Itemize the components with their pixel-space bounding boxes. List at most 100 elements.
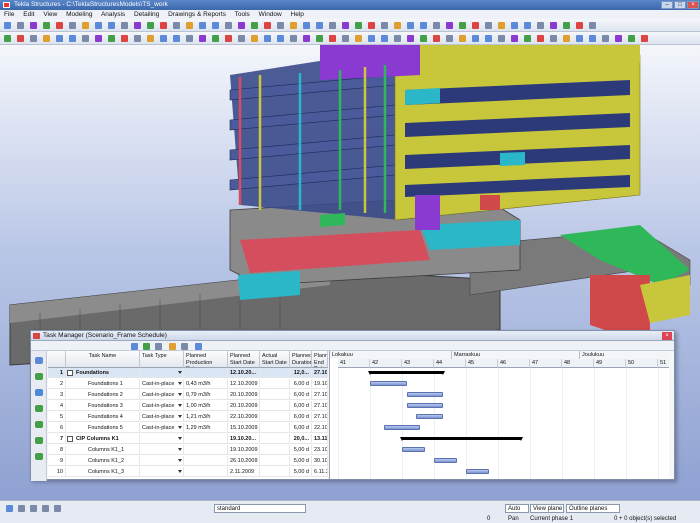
toolbar-tool-icon[interactable] [108, 22, 115, 29]
toolbar-tool-icon[interactable] [108, 35, 115, 42]
toolbar-tool-icon[interactable] [329, 35, 336, 42]
task-row[interactable]: 6 Foundations 5 Cast-in-place 1,29 m3/h 15.1… [48, 423, 328, 433]
calendar-icon[interactable] [195, 343, 202, 350]
toolbar-tool-icon[interactable] [4, 22, 11, 29]
dropdown-arrow-icon[interactable] [178, 459, 182, 462]
toolbar-tool-icon[interactable] [472, 22, 479, 29]
task-row[interactable]: 8Columns K1_1 19.10.2009 5,00 d23.10.2009 [48, 445, 328, 455]
toolbar-tool-icon[interactable] [420, 22, 427, 29]
toolbar-tool-icon[interactable] [277, 35, 284, 42]
menu-help[interactable]: Help [291, 11, 304, 18]
toolbar-tool-icon[interactable] [4, 35, 11, 42]
toolbar-tool-icon[interactable] [303, 35, 310, 42]
cell-type[interactable] [140, 368, 184, 378]
toolbar-tool-icon[interactable] [56, 35, 63, 42]
snap-tool-icon[interactable] [18, 505, 25, 512]
toolbar-tool-icon[interactable] [43, 35, 50, 42]
toolbar-tool-icon[interactable] [30, 35, 37, 42]
task-manager-window[interactable]: Task Manager (Scenario_Frame Schedule) ×… [30, 330, 675, 481]
toolbar-tool-icon[interactable] [485, 35, 492, 42]
menu-detailing[interactable]: Detailing [134, 11, 159, 18]
gantt-summary-bar[interactable] [400, 437, 523, 441]
select-tool-icon[interactable] [6, 505, 13, 512]
toolbar-tool-icon[interactable] [277, 22, 284, 29]
toolbar-tool-icon[interactable] [134, 22, 141, 29]
toolbar-tool-icon[interactable] [316, 22, 323, 29]
toolbar-tool-icon[interactable] [290, 22, 297, 29]
filter-icon[interactable] [169, 343, 176, 350]
task-group-row[interactable]: 1Foundations 12.10.20... 12,0...27.10.20..… [48, 368, 328, 378]
dropdown-arrow-icon[interactable] [178, 448, 182, 451]
cell-type[interactable] [140, 456, 184, 466]
toolbar-tool-icon[interactable] [264, 35, 271, 42]
toolbar-tool-icon[interactable] [238, 22, 245, 29]
cell-type[interactable]: Cast-in-place [140, 423, 184, 433]
toolbar-tool-icon[interactable] [173, 22, 180, 29]
col-header-actual-start[interactable]: Actual Start Date [260, 351, 290, 368]
toolbar-tool-icon[interactable] [134, 35, 141, 42]
toolbar-tool-icon[interactable] [498, 22, 505, 29]
toolbar-tool-icon[interactable] [238, 35, 245, 42]
task-row[interactable]: 10Columns K1_3 2.11.2009 5,00 d6.11.2009 [48, 467, 328, 477]
gantt-task-bar[interactable] [370, 381, 407, 386]
toolbar-tool-icon[interactable] [303, 22, 310, 29]
toolbar-tool-icon[interactable] [615, 35, 622, 42]
menu-edit[interactable]: Edit [23, 11, 34, 18]
gantt-task-bar[interactable] [415, 414, 444, 419]
task-row[interactable]: 5 Foundations 4 Cast-in-place 1,21 m3/h 22.1… [48, 412, 328, 422]
dropdown-arrow-icon[interactable] [178, 437, 182, 440]
toolbar-tool-icon[interactable] [225, 35, 232, 42]
toolbar-tool-icon[interactable] [563, 22, 570, 29]
toolbar-tool-icon[interactable] [511, 35, 518, 42]
toolbar-tool-icon[interactable] [212, 22, 219, 29]
collapse-icon[interactable] [67, 436, 73, 442]
task-row[interactable]: 4 Foundations 3 Cast-in-place 1,00 m3/h 20.1… [48, 401, 328, 411]
standard-select[interactable]: standard [214, 504, 306, 513]
toolbar-tool-icon[interactable] [524, 22, 531, 29]
gantt-chart[interactable]: Lokakuu Marraskuu Joulukuu 41 42 43 44 45 46 4… [329, 351, 669, 479]
toolbar-tool-icon[interactable] [394, 22, 401, 29]
toolbar-tool-icon[interactable] [199, 35, 206, 42]
gantt-task-bar[interactable] [434, 458, 457, 463]
toolbar-tool-icon[interactable] [498, 35, 505, 42]
toolbar-tool-icon[interactable] [537, 22, 544, 29]
menu-file[interactable]: File [4, 11, 14, 18]
toolbar-tool-icon[interactable] [82, 22, 89, 29]
task-row[interactable]: 9Columns K1_2 26.10.2009 5,00 d30.10.2009 [48, 456, 328, 466]
cell-type[interactable] [140, 434, 184, 444]
collapse-icon[interactable] [67, 370, 73, 376]
toolbar-tool-icon[interactable] [602, 35, 609, 42]
col-header-production-rate[interactable]: Planned Production Rate [184, 351, 228, 368]
tasks-icon[interactable] [35, 357, 43, 364]
toolbar-tool-icon[interactable] [342, 22, 349, 29]
hide-icon[interactable] [35, 453, 43, 460]
dropdown-arrow-icon[interactable] [178, 404, 182, 407]
toolbar-tool-icon[interactable] [459, 35, 466, 42]
toolbar-tool-icon[interactable] [368, 35, 375, 42]
toolbar-tool-icon[interactable] [82, 35, 89, 42]
toolbar-tool-icon[interactable] [407, 35, 414, 42]
task-group-row[interactable]: 7CIP Columns K1 19.10.20... 20,0...13.11.2… [48, 434, 328, 444]
toolbar-tool-icon[interactable] [537, 35, 544, 42]
cell-type[interactable] [140, 467, 184, 477]
toolbar-tool-icon[interactable] [17, 22, 24, 29]
task-row[interactable]: 3 Foundations 2 Cast-in-place 0,79 m3/h 20.1… [48, 390, 328, 400]
menu-analysis[interactable]: Analysis [101, 11, 125, 18]
toolbar-tool-icon[interactable] [407, 22, 414, 29]
menu-modeling[interactable]: Modeling [66, 11, 92, 18]
dropdown-arrow-icon[interactable] [178, 371, 182, 374]
toolbar-tool-icon[interactable] [173, 35, 180, 42]
dropdown-arrow-icon[interactable] [178, 382, 182, 385]
task-row[interactable]: 2 Foundations 1 Cast-in-place 0,43 m3/h 12.1… [48, 379, 328, 389]
toolbar-tool-icon[interactable] [459, 22, 466, 29]
link-icon[interactable] [143, 343, 150, 350]
col-header-planned-start[interactable]: Planned Start Date [228, 351, 260, 368]
maximize-button[interactable]: □ [674, 1, 686, 9]
toolbar-tool-icon[interactable] [225, 22, 232, 29]
col-header-task-type[interactable]: Task Type [140, 351, 184, 368]
col-header-planned-end[interactable]: Planned End Date [312, 351, 328, 368]
toolbar-tool-icon[interactable] [186, 35, 193, 42]
toolbar-tool-icon[interactable] [264, 22, 271, 29]
gantt-task-bar[interactable] [406, 403, 444, 408]
toolbar-tool-icon[interactable] [147, 35, 154, 42]
